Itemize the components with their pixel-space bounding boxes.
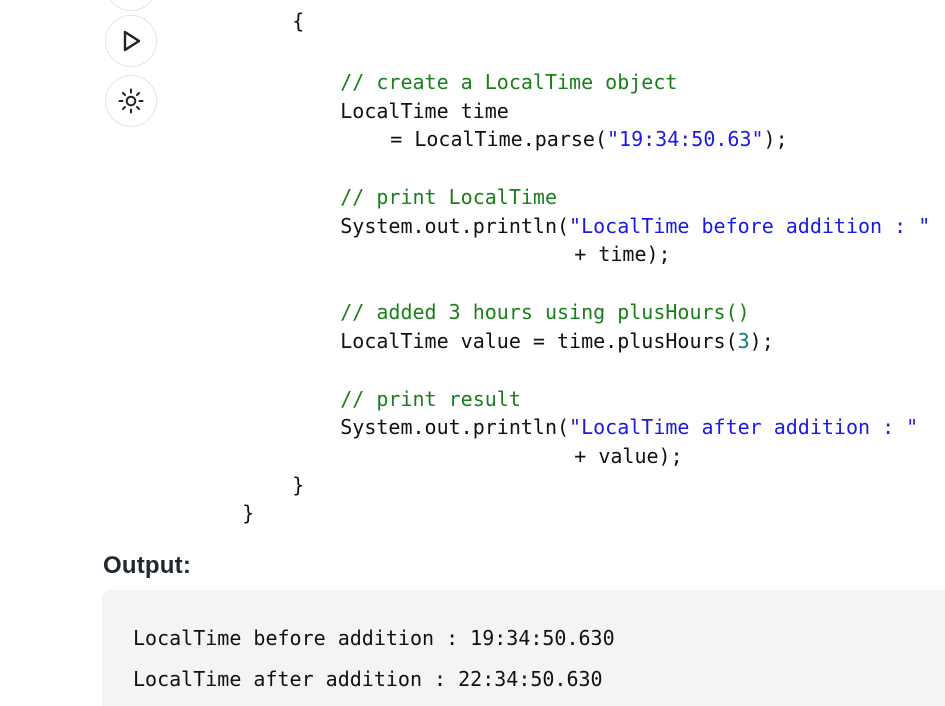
code-line-print-after: System.out.println("LocalTime after addi… (268, 384, 918, 439)
code-line-parse-call: = LocalTime.parse("19:34:50.63"); (318, 96, 787, 151)
output-line-after: LocalTime after addition : 22:34:50.630 (133, 667, 603, 691)
code-line-comment-plus-hours: // added 3 hours using plusHours() (268, 269, 749, 324)
code-token: } (292, 472, 305, 497)
code-line-method-close-brace: } (220, 442, 304, 497)
code-token: ); (749, 328, 774, 353)
code-token: } (242, 500, 255, 525)
code-token: = LocalTime.parse( (390, 126, 607, 151)
code-line-class-close-brace: } (170, 470, 254, 525)
output-panel: LocalTime before addition : 19:34:50.630… (102, 590, 945, 706)
code-line-print-after-continuation: + value); (502, 413, 682, 468)
code-number: 3 (737, 328, 750, 353)
code-line-print-before: System.out.println("LocalTime before add… (268, 183, 930, 238)
code-line-comment-print: // print LocalTime (268, 154, 557, 209)
code-token: + value); (574, 443, 683, 468)
code-block: { // create a LocalTime object LocalTime… (0, 0, 945, 525)
code-line-comment-create: // create a LocalTime object (268, 39, 677, 94)
code-line-opening-brace: { (220, 0, 304, 33)
code-string: "19:34:50.63" (607, 126, 764, 151)
code-line-print-before-continuation: + time); (502, 211, 670, 266)
output-line-before: LocalTime before addition : 19:34:50.630 (133, 626, 615, 650)
code-example-page: { // create a LocalTime object LocalTime… (0, 0, 945, 706)
output-heading: Output: (103, 552, 192, 579)
code-token: ); (763, 126, 788, 151)
code-line-declaration: LocalTime time (268, 68, 509, 123)
code-token: + time); (574, 241, 671, 266)
code-line-comment-result: // print result (268, 356, 521, 411)
code-line-plus-hours: LocalTime value = time.plusHours(3); (268, 298, 774, 353)
code-token: { (292, 8, 305, 33)
code-token: LocalTime value = time.plusHours( (340, 328, 738, 353)
